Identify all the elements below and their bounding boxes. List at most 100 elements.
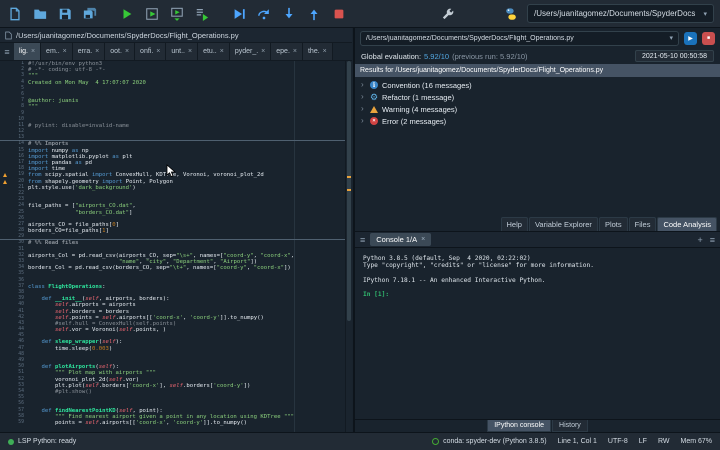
save-file-button[interactable] [56,5,74,23]
step-over-button[interactable] [255,5,273,23]
pane-tab-bar: Help Variable Explorer Plots Files Code Anal… [355,217,720,231]
python-icon [506,7,516,20]
warning-marker-icon[interactable] [3,179,7,184]
editor-tab-lig[interactable]: lig. × [14,43,42,60]
python-environment-button[interactable] [502,5,520,23]
console-tab-label: Console 1/A [376,235,418,244]
tab-close-icon[interactable]: × [63,48,67,55]
run-selection-button[interactable] [193,5,211,23]
tab-close-icon[interactable]: × [323,48,327,55]
wrench-icon [442,8,454,19]
pane-tab-help[interactable]: Help [500,217,528,231]
editor-tab-etu[interactable]: etu.. × [198,43,230,60]
console-tab-ipython-console[interactable]: IPython console [487,420,552,432]
stop-analysis-button[interactable]: ■ [702,31,715,45]
step-return-icon [310,9,318,20]
analysis-category-refactor[interactable]: › ⚙ Refactor (1 message) [355,91,720,103]
category-label: Refactor (1 message) [382,92,455,102]
warning-marker-icon[interactable] [3,173,7,178]
expand-arrow-icon[interactable]: › [361,81,366,89]
right-panel: /Users/juanitagomez/Documents/SpyderDocs… [353,28,720,432]
pane-tab-code-analysis[interactable]: Code Analysis [657,217,717,231]
browse-tabs-button[interactable]: ≡ [0,43,14,60]
editor-tab-unt[interactable]: unt.. × [166,43,199,60]
analysis-file-selector[interactable]: /Users/juanitagomez/Documents/SpyderDocs… [360,30,679,46]
tab-close-icon[interactable]: × [293,48,297,55]
analyze-button[interactable]: ▶ [684,31,697,45]
analysis-category-warning[interactable]: › Warning (4 messages) [355,103,720,115]
editor-tab-label: onfi. [140,48,154,55]
run-file-button[interactable] [118,5,136,23]
stop-debug-button[interactable] [330,5,348,23]
editor-tab-em[interactable]: em.. × [41,43,73,60]
step-return-button[interactable] [305,5,323,23]
run-cell-button[interactable] [143,5,161,23]
tab-close-icon[interactable]: × [95,48,99,55]
save-icon [59,8,71,19]
refactor-icon: ⚙ [369,92,379,102]
tab-close-icon[interactable]: × [125,48,129,55]
editor-tab-oot[interactable]: oot. × [105,43,136,60]
run-selection-icon [196,8,209,21]
code-analysis-toolbar: /Users/juanitagomez/Documents/SpyderDocs… [355,28,720,48]
code-analysis-pane: /Users/juanitagomez/Documents/SpyderDocs… [355,28,720,232]
editor-tab-erra[interactable]: erra. × [72,43,106,60]
tab-close-icon[interactable]: × [220,48,224,55]
expand-arrow-icon[interactable]: › [361,117,366,125]
browse-consoles-button[interactable]: ≡ [360,235,365,245]
working-directory-selector[interactable]: /Users/juanitagomez/Documents/SpyderDocs… [527,4,714,23]
category-label: Warning (4 messages) [382,104,458,114]
eol-status: LF [638,438,647,445]
analysis-timestamp: 2021-05-10 00:50:58 [635,50,714,62]
warning-tick[interactable] [347,188,351,191]
close-icon[interactable]: × [421,236,425,243]
editor-tab-epe[interactable]: epe. × [271,43,303,60]
console-options-button[interactable]: ≡ [710,235,715,245]
permissions-status: RW [657,438,670,445]
lsp-status-label: LSP Python: ready [18,438,77,445]
tab-close-icon[interactable]: × [188,48,192,55]
ipython-console-output[interactable]: Python 3.8.5 (default, Sep 4 2020, 02:22… [355,248,720,419]
editor-tab-label: epe. [276,48,290,55]
analysis-category-error[interactable]: › × Error (2 messages) [355,115,720,127]
open-folder-icon [34,9,47,19]
expand-arrow-icon[interactable]: › [361,105,366,113]
code-area[interactable]: 1 #!/usr/bin/env python3 2 # -*- coding: ut… [0,61,345,432]
editor-tabstrip: ≡ lig. × em.. × erra. × oot. × onfi. × unt.. × etu..… [0,43,352,61]
pane-tab-variable-explorer[interactable]: Variable Explorer [528,217,598,231]
editor-scrollbar[interactable] [345,61,352,432]
editor-tab-onfi[interactable]: onfi. × [135,43,167,60]
new-console-button[interactable]: + [697,235,702,245]
step-into-button[interactable] [280,5,298,23]
run-cell-advance-button[interactable] [168,5,186,23]
console-tab-history[interactable]: History [552,420,588,432]
pane-tab-files[interactable]: Files [628,217,657,231]
debug-icon [234,8,245,19]
editor-tab-pyder[interactable]: pyder_. × [229,43,272,60]
expand-arrow-icon[interactable]: › [361,93,366,101]
editor-tab-the[interactable]: the. × [302,43,333,60]
chevron-down-icon: ▾ [669,35,673,42]
run-icon [123,8,132,19]
debug-file-button[interactable] [230,5,248,23]
tab-close-icon[interactable]: × [156,48,160,55]
open-file-button[interactable] [31,5,49,23]
new-file-button[interactable] [6,5,24,23]
console-tab-bar: ≡ Console 1/A × + ≡ [355,232,720,248]
pane-tab-plots[interactable]: Plots [598,217,628,231]
tab-close-icon[interactable]: × [261,48,265,55]
editor-tab-label: unt.. [171,48,185,55]
breadcrumb-path: /Users/juanitagomez/Documents/SpyderDocs… [16,30,239,40]
play-icon: ▶ [688,35,693,42]
analysis-category-convention[interactable]: › i Convention (16 messages) [355,79,720,91]
save-all-button[interactable] [81,5,99,23]
tab-close-icon[interactable]: × [31,48,35,55]
editor-pane: /Users/juanitagomez/Documents/SpyderDocs… [0,28,352,432]
preferences-button[interactable] [439,5,457,23]
analysis-file-path: /Users/juanitagomez/Documents/SpyderDocs… [366,34,574,42]
warning-tick[interactable] [347,176,351,178]
run-cell-advance-icon [171,7,183,21]
breadcrumb: /Users/juanitagomez/Documents/SpyderDocs… [0,28,352,43]
interpreter-status[interactable]: conda: spyder-dev (Python 3.8.5) [432,438,547,445]
console-tab[interactable]: Console 1/A × [370,233,432,246]
